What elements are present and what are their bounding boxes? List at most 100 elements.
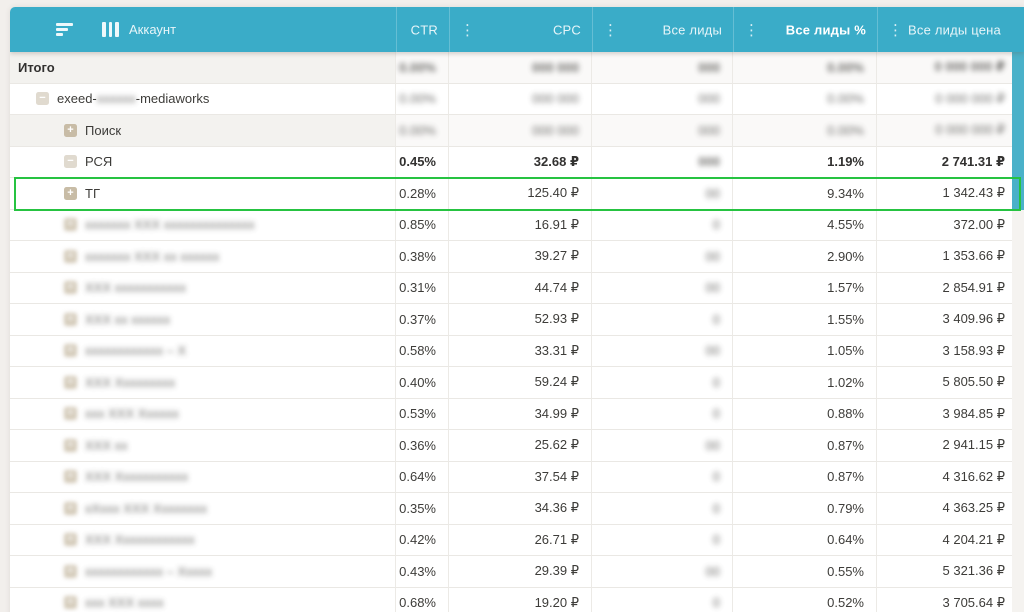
cell-leads: 0 <box>592 367 733 399</box>
column-header-ctr[interactable]: CTR <box>396 7 449 52</box>
cell-cost: 3 705.64 ₽ <box>877 588 1012 612</box>
cell-cpc: 39.27 ₽ <box>449 241 592 273</box>
cell-ctr: 0.37% <box>396 304 449 336</box>
cell-account: −РСЯ <box>10 147 396 179</box>
cell-leads: 0 <box>592 462 733 494</box>
cell-leads: 000 <box>592 52 733 84</box>
row-name: XXX Xxxxxxxxxxx <box>85 469 188 484</box>
cell-cpc: 26.71 ₽ <box>449 525 592 557</box>
cell-leads: 00 <box>592 178 733 210</box>
table-row[interactable]: +xxx XXX xxxx0.68%19.20 ₽00.52%3 705.64 … <box>10 588 1024 612</box>
table-row[interactable]: Итого0.00%000 0000000.00%0 000 000 ₽ <box>10 52 1024 84</box>
expand-icon[interactable]: + <box>64 281 77 294</box>
account-column-label: Аккаунт <box>129 22 176 37</box>
table-row[interactable]: +xxxxxxx XXX xxxxxxxxxxxxxx0.85%16.91 ₽0… <box>10 210 1024 242</box>
cell-ctr: 0.45% <box>396 147 449 179</box>
table-row[interactable]: +XXX Xxxxxxxxx0.40%59.24 ₽01.02%5 805.50… <box>10 367 1024 399</box>
table-row[interactable]: +Поиск0.00%000 0000000.00%0 000 000 ₽ <box>10 115 1024 147</box>
cell-ctr: 0.68% <box>396 588 449 612</box>
cell-account: Итого <box>10 52 396 84</box>
column-header-account[interactable]: Аккаунт <box>10 7 396 52</box>
table-row[interactable]: +XXX Xxxxxxxxxxx0.64%37.54 ₽00.87%4 316.… <box>10 462 1024 494</box>
column-label: Все лиды % <box>786 22 866 37</box>
column-menu-icon[interactable]: ⋮ <box>603 23 617 37</box>
cell-cost: 2 741.31 ₽ <box>877 147 1012 179</box>
expand-icon[interactable]: + <box>64 313 77 326</box>
column-label: CTR <box>411 22 438 37</box>
row-name: XXX Xxxxxxxxx <box>85 375 175 390</box>
column-menu-icon[interactable]: ⋮ <box>888 23 902 37</box>
table-row[interactable]: +XXX Xxxxxxxxxxxx0.42%26.71 ₽00.64%4 204… <box>10 525 1024 557</box>
column-label: Все лиды <box>663 22 722 37</box>
table-row[interactable]: +XXX xx xxxxxx0.37%52.93 ₽01.55%3 409.96… <box>10 304 1024 336</box>
cell-cost: 372.00 ₽ <box>877 210 1012 242</box>
table-row[interactable]: +ТГ0.28%125.40 ₽009.34%1 342.43 ₽ <box>10 178 1024 210</box>
scrollbar-track[interactable] <box>1012 52 1024 612</box>
table-header: Аккаунт CTR⋮CPC⋮Все лиды⋮Все лиды %⋮Все … <box>10 7 1024 52</box>
cell-ctr: 0.43% <box>396 556 449 588</box>
filter-icon[interactable] <box>56 23 73 36</box>
cell-cost: 5 805.50 ₽ <box>877 367 1012 399</box>
column-header-leads[interactable]: ⋮ Все лиды <box>592 7 733 52</box>
table-row[interactable]: +xxxxxxx XXX xx xxxxxx0.38%39.27 ₽002.90… <box>10 241 1024 273</box>
cell-pct: 0.00% <box>733 52 877 84</box>
column-header-pct[interactable]: ⋮ Все лиды % <box>733 7 877 52</box>
table-row[interactable]: +XXX xxxxxxxxxxx0.31%44.74 ₽001.57%2 854… <box>10 273 1024 305</box>
column-menu-icon[interactable]: ⋮ <box>744 23 758 37</box>
cell-account: +xXxxx XXX Xxxxxxxx <box>10 493 396 525</box>
cell-cpc: 125.40 ₽ <box>449 178 592 210</box>
expand-icon[interactable]: + <box>64 218 77 231</box>
column-header-cost[interactable]: ⋮Все лиды цена <box>877 7 1012 52</box>
cell-leads: 00 <box>592 336 733 368</box>
cell-cpc: 59.24 ₽ <box>449 367 592 399</box>
scrollbar-thumb[interactable] <box>1012 52 1024 210</box>
cell-cpc: 16.91 ₽ <box>449 210 592 242</box>
column-header-cpc[interactable]: ⋮CPC <box>449 7 592 52</box>
cell-ctr: 0.35% <box>396 493 449 525</box>
expand-icon[interactable]: + <box>64 470 77 483</box>
cell-ctr: 0.36% <box>396 430 449 462</box>
expand-icon[interactable]: + <box>64 596 77 609</box>
cell-ctr: 0.85% <box>396 210 449 242</box>
expand-icon[interactable]: + <box>64 533 77 546</box>
expand-icon[interactable]: + <box>64 344 77 357</box>
cell-pct: 1.02% <box>733 367 877 399</box>
cell-account: +xxxxxxx XXX xxxxxxxxxxxxxx <box>10 210 396 242</box>
expand-icon[interactable]: + <box>64 502 77 515</box>
cell-pct: 0.00% <box>733 84 877 116</box>
column-menu-icon[interactable]: ⋮ <box>460 23 474 37</box>
collapse-icon[interactable]: − <box>36 92 49 105</box>
cell-leads: 0 <box>592 399 733 431</box>
expand-icon[interactable]: + <box>64 407 77 420</box>
table-row[interactable]: −exeed-xxxxxx-mediaworks0.00%000 0000000… <box>10 84 1024 116</box>
cell-pct: 0.00% <box>733 115 877 147</box>
cell-cost: 2 854.91 ₽ <box>877 273 1012 305</box>
table-row[interactable]: +xxxxxxxxxxxx – X0.58%33.31 ₽001.05%3 15… <box>10 336 1024 368</box>
row-name: xxx XXX Xxxxxx <box>85 406 179 421</box>
expand-icon[interactable]: + <box>64 250 77 263</box>
expand-icon[interactable]: + <box>64 124 77 137</box>
row-name: exeed-xxxxxx-mediaworks <box>57 91 209 106</box>
cell-cpc: 000 000 <box>449 115 592 147</box>
table-row[interactable]: +xxxxxxxxxxxx – Xxxxx0.43%29.39 ₽000.55%… <box>10 556 1024 588</box>
expand-icon[interactable]: + <box>64 376 77 389</box>
table-row[interactable]: +xxx XXX Xxxxxx0.53%34.99 ₽00.88%3 984.8… <box>10 399 1024 431</box>
table-row[interactable]: +XXX xx0.36%25.62 ₽000.87%2 941.15 ₽ <box>10 430 1024 462</box>
expand-icon[interactable]: + <box>64 187 77 200</box>
cell-account: +ТГ <box>10 178 396 210</box>
columns-icon[interactable] <box>102 22 119 37</box>
table-row[interactable]: +xXxxx XXX Xxxxxxxx0.35%34.36 ₽00.79%4 3… <box>10 493 1024 525</box>
expand-icon[interactable]: + <box>64 565 77 578</box>
table-row[interactable]: −РСЯ0.45%32.68 ₽0001.19%2 741.31 ₽ <box>10 147 1024 179</box>
cell-leads: 000 <box>592 147 733 179</box>
collapse-icon[interactable]: − <box>64 155 77 168</box>
cell-pct: 1.05% <box>733 336 877 368</box>
cell-cost: 0 000 000 ₽ <box>877 84 1012 116</box>
cell-cost: 1 342.43 ₽ <box>877 178 1012 210</box>
cell-cost: 2 941.15 ₽ <box>877 430 1012 462</box>
cell-pct: 0.87% <box>733 462 877 494</box>
cell-cost: 1 353.66 ₽ <box>877 241 1012 273</box>
table-body: Итого0.00%000 0000000.00%0 000 000 ₽−exe… <box>10 52 1024 612</box>
cell-leads: 0 <box>592 304 733 336</box>
expand-icon[interactable]: + <box>64 439 77 452</box>
